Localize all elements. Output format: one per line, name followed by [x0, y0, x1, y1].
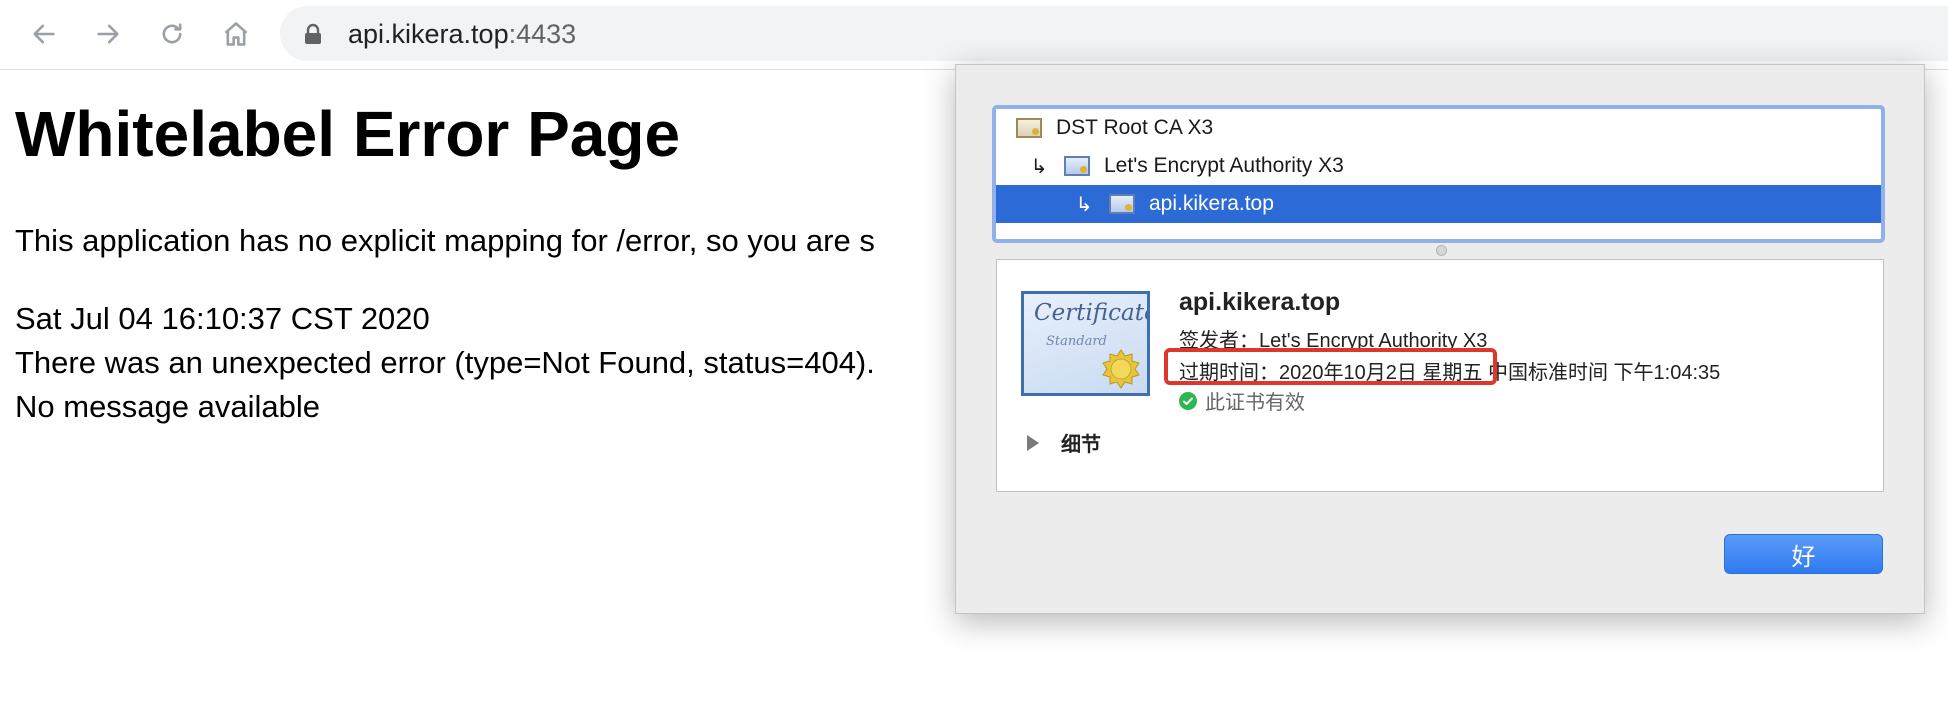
browser-toolbar: api.kikera.top:4433 [0, 0, 1948, 70]
chain-item-intermediate[interactable]: ↳ Let's Encrypt Authority X3 [996, 147, 1881, 185]
validity-text: 此证书有效 [1205, 392, 1305, 414]
forward-arrow-icon [97, 24, 119, 44]
home-icon [224, 22, 248, 46]
chain-item-label: Let's Encrypt Authority X3 [1104, 154, 1344, 177]
error-status: There was an unexpected error (type=Not … [15, 345, 875, 380]
error-message: This application has no explicit mapping… [15, 223, 875, 258]
certificate-subject-name: api.kikera.top [1179, 288, 1341, 316]
chain-item-leaf[interactable]: ↳ api.kikera.top [996, 185, 1881, 223]
certificate-icon [1064, 156, 1090, 176]
certificate-detail-panel: Certificate Standard api.kikera.top 签发者：… [996, 259, 1884, 492]
certificate-image-subtext: Standard [1046, 334, 1107, 349]
ok-button[interactable]: 好 [1724, 534, 1883, 574]
url-port: :4433 [508, 19, 577, 49]
certificate-validity: 此证书有效 [1179, 386, 1305, 415]
split-resize-handle[interactable] [1436, 245, 1447, 256]
child-arrow-icon: ↳ [1030, 155, 1048, 178]
url-text[interactable]: api.kikera.top:4433 [348, 19, 576, 49]
reload-button[interactable] [152, 14, 192, 54]
certificate-large-icon: Certificate Standard [1021, 291, 1150, 396]
home-button[interactable] [216, 14, 256, 54]
reload-icon [162, 23, 182, 44]
chain-item-label: DST Root CA X3 [1056, 116, 1214, 139]
back-arrow-icon [33, 24, 55, 44]
details-disclosure-toggle[interactable]: 细节 [1027, 428, 1101, 457]
certificate-image-text: Certificate [1034, 300, 1150, 326]
forward-button[interactable] [88, 14, 128, 54]
certificate-icon [1109, 194, 1135, 214]
seal-icon [1102, 349, 1140, 389]
certificate-icon [1016, 118, 1042, 138]
chain-item-label: api.kikera.top [1149, 192, 1274, 215]
error-timestamp: Sat Jul 04 16:10:37 CST 2020 [15, 301, 430, 336]
page-title: Whitelabel Error Page [15, 98, 681, 170]
error-detail: No message available [15, 389, 321, 424]
valid-check-icon [1179, 391, 1197, 410]
disclosure-triangle-icon [1027, 434, 1039, 451]
address-bar[interactable]: api.kikera.top:4433 [280, 6, 1948, 61]
certificate-sheet: DST Root CA X3 ↳ Let's Encrypt Authority… [955, 64, 1925, 614]
expiry-highlight-annotation [1164, 348, 1497, 385]
certificate-chain-list: DST Root CA X3 ↳ Let's Encrypt Authority… [992, 105, 1885, 243]
lock-icon[interactable] [304, 23, 322, 45]
details-label: 细节 [1061, 434, 1101, 456]
back-button[interactable] [24, 14, 64, 54]
url-host: api.kikera.top [348, 19, 509, 49]
chain-item-root[interactable]: DST Root CA X3 [996, 109, 1881, 147]
child-arrow-icon: ↳ [1075, 193, 1093, 216]
